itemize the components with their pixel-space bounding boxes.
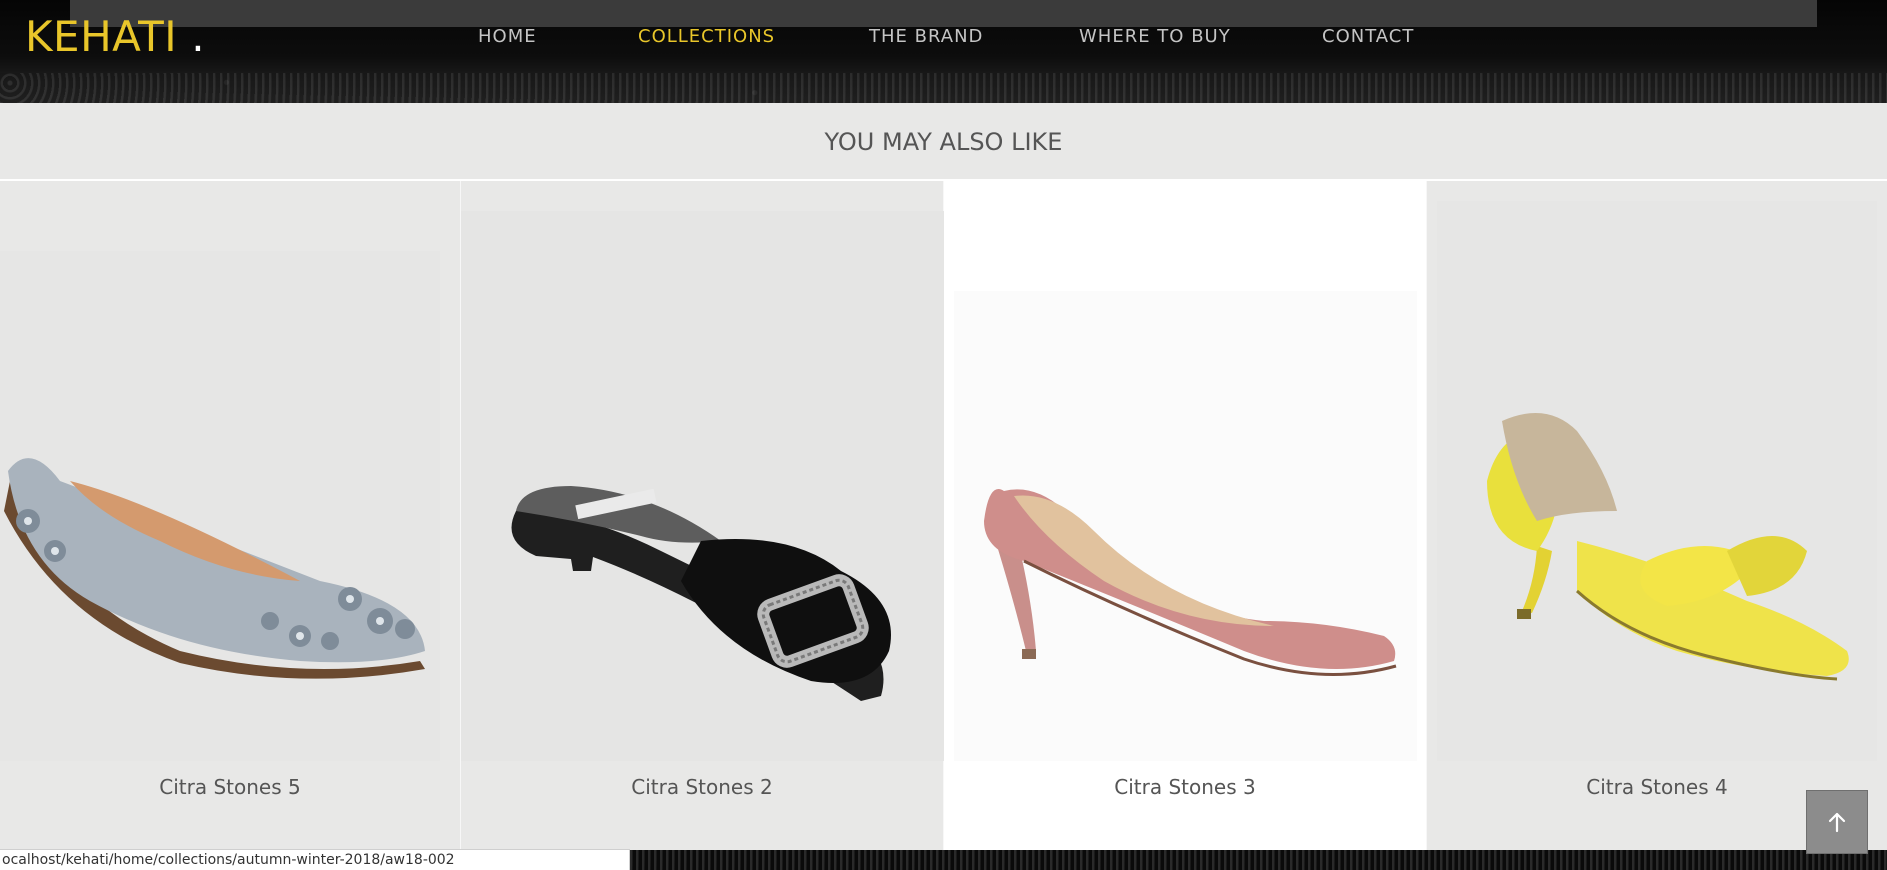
scroll-to-top-button[interactable]	[1806, 790, 1868, 854]
nav-collections[interactable]: COLLECTIONS	[638, 26, 775, 47]
nav-the-brand[interactable]: THE BRAND	[869, 26, 983, 47]
header-texture	[0, 73, 1887, 103]
arrow-up-icon	[1828, 812, 1846, 833]
product-image-black-jeweled-mule[interactable]	[461, 181, 944, 761]
product-image-pink-suede-pump[interactable]	[944, 181, 1426, 761]
nav-home[interactable]: HOME	[478, 26, 537, 47]
product-name[interactable]: Citra Stones 5	[0, 775, 460, 799]
nav-where-to-buy[interactable]: WHERE TO BUY	[1079, 26, 1231, 47]
product-card[interactable]: Citra Stones 4	[1427, 181, 1887, 850]
site-header: KEHATI. HOME COLLECTIONS THE BRAND WHERE…	[0, 0, 1887, 103]
header-top-bar	[70, 0, 1817, 27]
product-card[interactable]: Citra Stones 5	[0, 181, 461, 850]
product-card[interactable]: Citra Stones 2	[461, 181, 944, 850]
product-name[interactable]: Citra Stones 2	[461, 775, 943, 799]
section-title: YOU MAY ALSO LIKE	[0, 103, 1887, 180]
product-image-yellow-bow-dorsay-heel[interactable]	[1427, 181, 1887, 761]
product-image-silver-floral-flat-shoe[interactable]	[0, 181, 460, 761]
browser-status-url: ocalhost/kehati/home/collections/autumn-…	[0, 849, 630, 870]
product-grid: Citra Stones 5 Citra Stones 2 Citra Ston…	[0, 181, 1887, 850]
nav-contact[interactable]: CONTACT	[1322, 26, 1414, 47]
product-card[interactable]: Citra Stones 3	[944, 181, 1427, 850]
product-name[interactable]: Citra Stones 3	[944, 775, 1426, 799]
main-nav: HOME COLLECTIONS THE BRAND WHERE TO BUY …	[0, 26, 1887, 50]
